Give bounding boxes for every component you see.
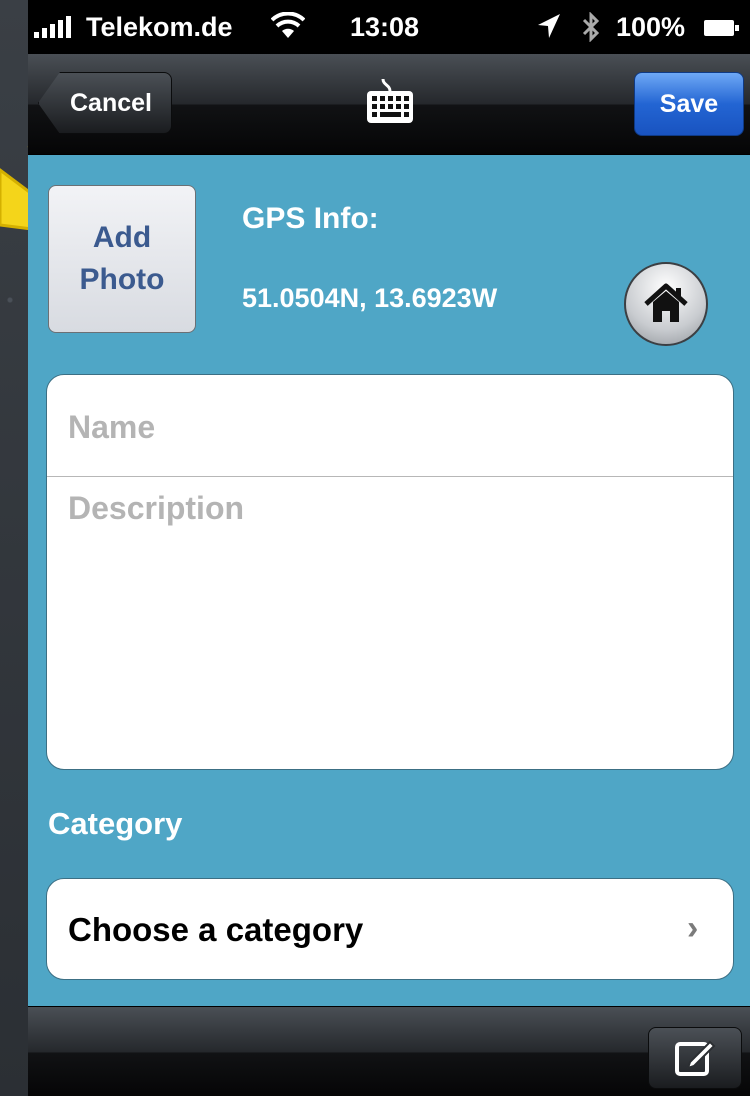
gps-coordinates: 51.0504N, 13.6923W [242,283,498,313]
save-button[interactable]: Save [634,72,744,136]
navigation-bar: Cancel Save [28,54,750,155]
add-photo-button[interactable]: Add Photo [48,185,196,333]
location-arrow-icon [536,12,562,47]
category-select[interactable]: Choose a category › [46,878,734,980]
category-heading: Category [48,806,183,841]
home-button[interactable] [624,262,708,346]
signal-icon [34,16,71,38]
details-form: Name Description [46,374,734,770]
status-time: 13:08 [350,12,420,42]
home-icon [644,283,688,322]
carrier-name: Telekom.de [86,12,233,42]
wifi-icon [270,11,306,47]
compose-icon [675,1040,716,1076]
compose-button[interactable] [648,1027,742,1089]
bluetooth-icon [580,11,602,49]
app-screen: Telekom.de 13:08 100% Cancel Save Add Ph… [28,0,750,1096]
status-bar: Telekom.de 13:08 100% [28,0,750,54]
category-select-label: Choose a category [68,911,364,948]
gps-info-label: GPS Info: [242,202,379,235]
bottom-toolbar [28,1006,750,1096]
name-field[interactable]: Name [47,375,733,477]
battery-icon [704,20,739,36]
battery-percent: 100% [616,12,686,42]
chevron-right-icon: › [687,909,699,947]
description-field[interactable]: Description [47,478,733,769]
cancel-button[interactable]: Cancel [38,72,172,134]
keyboard-icon[interactable] [363,77,417,127]
